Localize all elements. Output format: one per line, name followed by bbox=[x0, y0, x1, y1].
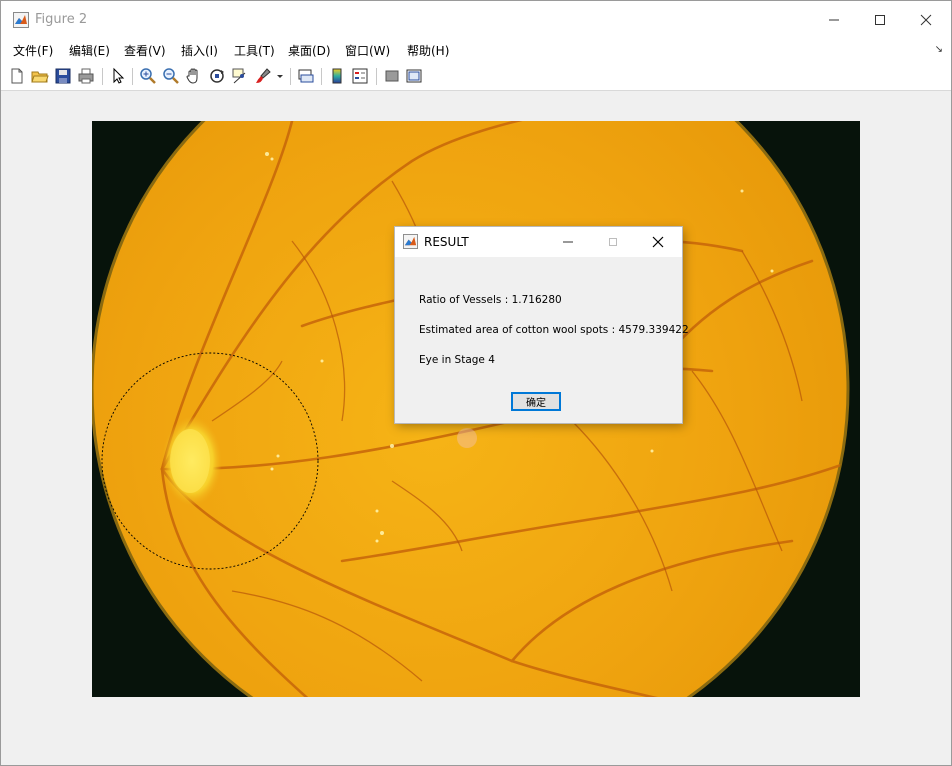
menu-desktop[interactable]: 桌面(D) bbox=[288, 42, 331, 59]
vessel-ratio-text: Ratio of Vessels : 1.716280 bbox=[419, 294, 562, 306]
open-file-icon[interactable] bbox=[31, 67, 49, 85]
toolbar bbox=[1, 63, 951, 91]
show-plot-tools-icon[interactable] bbox=[405, 67, 423, 85]
link-plot-icon[interactable] bbox=[297, 67, 315, 85]
ok-button[interactable]: 确定 bbox=[511, 392, 561, 411]
new-figure-icon[interactable] bbox=[8, 67, 26, 85]
matlab-icon bbox=[13, 12, 29, 28]
figure-window: Figure 2 文件(F) 编辑(E) 查看(V) 插入(I) 工具(T) 桌… bbox=[0, 0, 952, 766]
minimize-icon bbox=[829, 19, 839, 21]
hide-plot-tools-icon[interactable] bbox=[383, 67, 401, 85]
eye-stage-text: Eye in Stage 4 bbox=[419, 354, 495, 366]
brush-icon[interactable] bbox=[254, 67, 272, 85]
close-icon bbox=[920, 14, 932, 26]
title-bar[interactable]: Figure 2 bbox=[1, 1, 951, 39]
menu-help[interactable]: 帮助(H) bbox=[407, 42, 449, 59]
menu-edit[interactable]: 编辑(E) bbox=[69, 42, 110, 59]
figure-canvas bbox=[1, 91, 951, 765]
maximize-button[interactable] bbox=[857, 1, 903, 39]
cotton-wool-area-text: Estimated area of cotton wool spots : 45… bbox=[419, 324, 689, 336]
dialog-minimize-button[interactable] bbox=[545, 227, 590, 257]
maximize-icon bbox=[875, 15, 885, 25]
dialog-maximize-button[interactable] bbox=[590, 227, 635, 257]
dialog-close-button[interactable] bbox=[635, 227, 680, 257]
toolbar-separator bbox=[321, 68, 322, 85]
menu-view[interactable]: 查看(V) bbox=[124, 42, 166, 59]
toolbar-separator bbox=[376, 68, 377, 85]
menu-window[interactable]: 窗口(W) bbox=[345, 42, 390, 59]
insert-colorbar-icon[interactable] bbox=[328, 67, 346, 85]
data-cursor-icon[interactable] bbox=[231, 67, 249, 85]
result-dialog: RESULT Ratio of Vessels : 1.716280 Estim… bbox=[395, 227, 689, 423]
toolbar-separator bbox=[290, 68, 291, 85]
insert-legend-icon[interactable] bbox=[351, 67, 369, 85]
dock-arrow-icon[interactable]: ↘ bbox=[935, 44, 943, 55]
edit-plot-icon[interactable] bbox=[109, 67, 127, 85]
close-icon bbox=[652, 236, 663, 248]
zoom-out-icon[interactable] bbox=[162, 67, 180, 85]
menu-bar: 文件(F) 编辑(E) 查看(V) 插入(I) 工具(T) 桌面(D) 窗口(W… bbox=[1, 39, 951, 63]
maximize-icon bbox=[608, 238, 617, 246]
minimize-button[interactable] bbox=[811, 1, 857, 39]
rotate-3d-icon[interactable] bbox=[208, 67, 226, 85]
dialog-title-bar[interactable]: RESULT bbox=[395, 227, 682, 257]
menu-tools[interactable]: 工具(T) bbox=[234, 42, 275, 59]
minimize-icon bbox=[562, 241, 573, 243]
pan-icon[interactable] bbox=[185, 67, 203, 85]
menu-file[interactable]: 文件(F) bbox=[13, 42, 53, 59]
dialog-title: RESULT bbox=[424, 235, 469, 249]
close-button[interactable] bbox=[903, 1, 949, 39]
save-icon[interactable] bbox=[54, 67, 72, 85]
zoom-in-icon[interactable] bbox=[139, 67, 157, 85]
window-title: Figure 2 bbox=[35, 12, 88, 27]
menu-insert[interactable]: 插入(I) bbox=[181, 42, 218, 59]
brush-dropdown-icon[interactable] bbox=[275, 67, 285, 85]
matlab-icon bbox=[403, 234, 418, 249]
print-icon[interactable] bbox=[77, 67, 95, 85]
toolbar-separator bbox=[132, 68, 133, 85]
toolbar-separator bbox=[102, 68, 103, 85]
